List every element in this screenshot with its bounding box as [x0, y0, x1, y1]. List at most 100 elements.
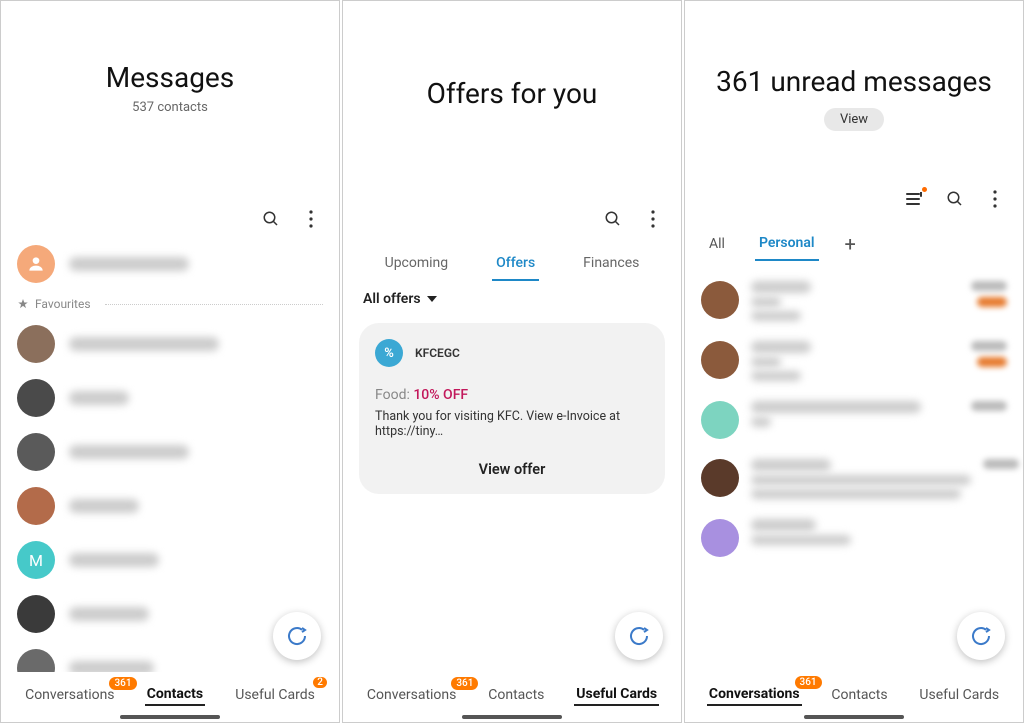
offer-body: Thank you for visiting KFC. View e-Invoi…	[375, 409, 649, 439]
bottom-nav: Conversations361 Contacts Useful Cards2	[1, 672, 339, 722]
compose-fab[interactable]	[273, 612, 321, 660]
percent-icon: %	[375, 339, 403, 367]
view-offer-button[interactable]: View offer	[375, 461, 649, 478]
conversation-preview	[751, 519, 1007, 545]
header: 361 unread messages View	[685, 1, 1023, 181]
contact-name-blurred	[69, 661, 154, 672]
screen-messages-contacts: Messages 537 contacts Favourites M	[0, 0, 340, 723]
conversations-list[interactable]: All Personal +	[685, 217, 1023, 672]
contact-name-blurred	[69, 391, 129, 405]
bottom-nav: Conversations361 Contacts Useful Cards	[343, 672, 681, 722]
contact-row[interactable]	[17, 425, 323, 479]
screen-unread: 361 unread messages View All Personal +	[684, 0, 1024, 723]
chevron-down-icon	[427, 296, 437, 302]
avatar	[701, 401, 739, 439]
date-blurred	[983, 459, 1019, 469]
tab-all[interactable]: All	[705, 228, 729, 260]
conversation-row[interactable]	[701, 331, 1007, 391]
nav-contacts[interactable]: Contacts	[486, 685, 546, 705]
nav-contacts[interactable]: Contacts	[829, 685, 889, 705]
nav-useful-cards[interactable]: Useful Cards	[574, 684, 659, 706]
filter-icon[interactable]	[905, 189, 925, 209]
page-subtitle: 537 contacts	[1, 100, 339, 115]
draft-badge	[977, 297, 1007, 307]
view-button[interactable]: View	[824, 108, 884, 131]
add-filter-button[interactable]: +	[845, 232, 856, 256]
contact-name-blurred	[69, 337, 219, 351]
home-indicator	[462, 715, 562, 719]
contact-row[interactable]	[17, 317, 323, 371]
offer-card[interactable]: % KFCEGC Food: 10% OFF Thank you for vis…	[359, 323, 665, 494]
badge: 361	[451, 677, 478, 690]
compose-fab[interactable]	[957, 612, 1005, 660]
dropdown-label: All offers	[363, 291, 421, 307]
avatar	[17, 325, 55, 363]
tab-personal[interactable]: Personal	[755, 227, 819, 261]
page-title: Messages	[1, 61, 339, 94]
nav-contacts[interactable]: Contacts	[145, 684, 205, 706]
nav-useful-cards[interactable]: Useful Cards	[917, 685, 1001, 705]
compose-fab[interactable]	[615, 612, 663, 660]
compose-icon	[627, 624, 651, 648]
contacts-list[interactable]: Favourites M	[1, 237, 339, 672]
search-icon[interactable]	[945, 189, 965, 209]
date-blurred	[971, 401, 1007, 411]
offer-header: % KFCEGC	[375, 339, 649, 367]
star-icon	[17, 298, 29, 310]
avatar	[17, 487, 55, 525]
contact-row[interactable]	[17, 371, 323, 425]
tab-finances[interactable]: Finances	[579, 247, 643, 281]
home-indicator	[804, 715, 904, 719]
more-icon[interactable]	[301, 209, 321, 229]
offer-title: Food: 10% OFF	[375, 387, 649, 403]
more-icon[interactable]	[643, 209, 663, 229]
toolbar	[343, 201, 681, 237]
tab-upcoming[interactable]: Upcoming	[381, 247, 453, 281]
nav-conversations[interactable]: Conversations361	[23, 685, 116, 705]
avatar	[17, 649, 55, 672]
nav-conversations[interactable]: Conversations361	[365, 685, 458, 705]
favourites-label: Favourites	[35, 297, 91, 311]
conversation-row[interactable]	[701, 271, 1007, 331]
conversation-preview	[751, 401, 959, 427]
tab-offers[interactable]: Offers	[492, 247, 539, 281]
card-tabs: Upcoming Offers Finances	[343, 237, 681, 281]
header: Messages 537 contacts	[1, 1, 339, 201]
contact-row[interactable]	[17, 479, 323, 533]
toolbar	[685, 181, 1023, 217]
avatar	[17, 245, 55, 283]
avatar	[701, 341, 739, 379]
toolbar	[1, 201, 339, 237]
conversation-preview	[751, 281, 959, 321]
avatar: M	[17, 541, 55, 579]
search-icon[interactable]	[603, 209, 623, 229]
search-icon[interactable]	[261, 209, 281, 229]
avatar	[701, 519, 739, 557]
contact-row-me[interactable]	[17, 237, 323, 291]
offers-filter-dropdown[interactable]: All offers	[359, 281, 665, 317]
offer-discount: 10% OFF	[413, 387, 468, 403]
conversation-preview	[751, 341, 959, 381]
compose-icon	[285, 624, 309, 648]
page-title: Offers for you	[343, 77, 681, 110]
badge: 361	[795, 676, 822, 689]
header: Offers for you	[343, 1, 681, 201]
date-blurred	[971, 281, 1007, 291]
page-title: 361 unread messages	[685, 65, 1023, 98]
conversation-row[interactable]	[701, 449, 1007, 509]
screen-offers: Offers for you Upcoming Offers Finances …	[342, 0, 682, 723]
avatar	[701, 281, 739, 319]
contact-name-blurred	[69, 499, 139, 513]
nav-conversations[interactable]: Conversations361	[707, 684, 802, 706]
more-icon[interactable]	[985, 189, 1005, 209]
contact-name-blurred	[69, 257, 189, 271]
contact-name-blurred	[69, 553, 159, 567]
home-indicator	[120, 715, 220, 719]
nav-useful-cards[interactable]: Useful Cards2	[233, 685, 317, 705]
conversation-row[interactable]	[701, 391, 1007, 449]
conversation-row[interactable]	[701, 509, 1007, 567]
date-blurred	[971, 341, 1007, 351]
compose-icon	[969, 624, 993, 648]
contact-row[interactable]: M	[17, 533, 323, 587]
divider	[105, 304, 323, 305]
